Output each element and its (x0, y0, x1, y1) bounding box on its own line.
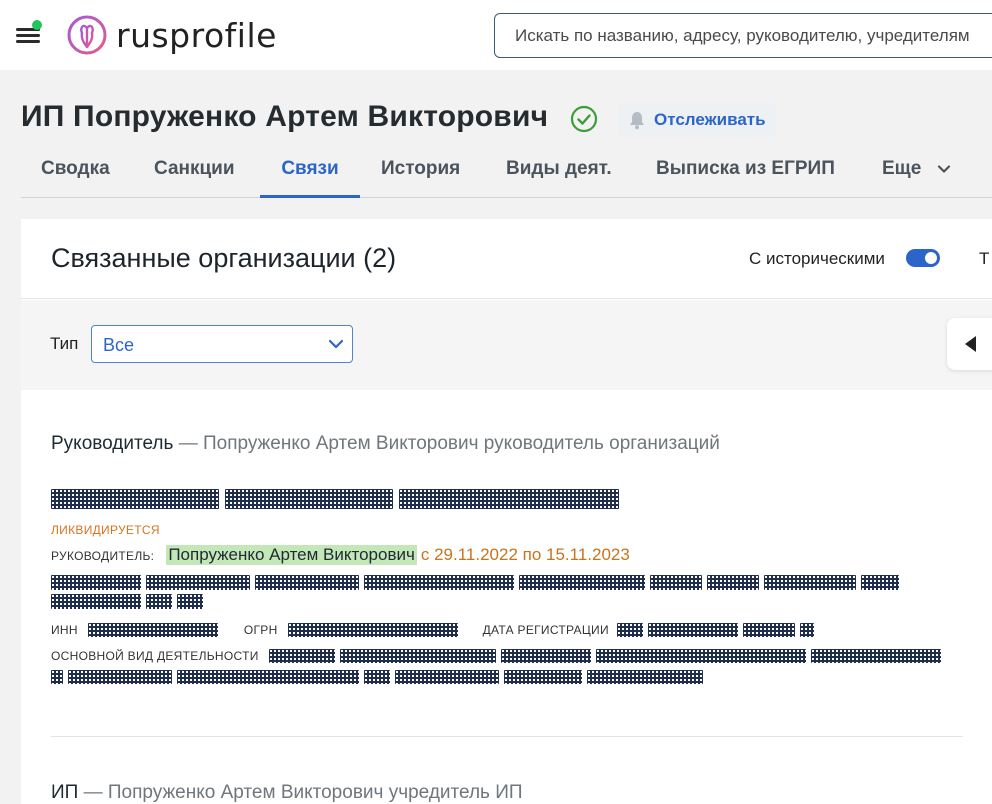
tab-activities[interactable]: Виды деят. (506, 158, 612, 198)
redacted-text (647, 623, 738, 637)
redacted-text (87, 623, 218, 637)
logo-icon (67, 15, 107, 55)
reg-date-label: ДАТА РЕГИСТРАЦИИ (482, 623, 609, 637)
redacted-text (146, 594, 172, 609)
divider (51, 736, 963, 737)
section-dash: — (178, 433, 198, 454)
historic-toggle-label: С историческими (749, 249, 885, 268)
card-title: Связанные организации (2) (51, 243, 397, 273)
chevron-down-icon (937, 165, 950, 173)
org-address (51, 575, 899, 590)
redacted-text (810, 649, 941, 663)
arrow-left-icon (965, 336, 976, 352)
tab-connections[interactable]: Связи (260, 158, 360, 198)
bell-icon (630, 112, 644, 130)
redacted-text (616, 623, 643, 637)
follow-label: Отслеживать (654, 110, 766, 129)
page-title: ИП Попруженко Артем Викторович (21, 100, 549, 133)
tab-bar: Сводка Санкции Связи История Виды деят. … (21, 148, 992, 198)
type-filter-select[interactable]: Все (91, 325, 353, 363)
truncated-label: Т (979, 249, 990, 268)
redacted-text (595, 649, 806, 663)
card-header: Связанные организации (2) С историческим… (21, 219, 992, 299)
manager-name-link[interactable]: Попруженко Артем Викторович (166, 545, 417, 565)
redacted-text (861, 575, 899, 590)
redacted-text (587, 670, 703, 684)
status-badge: ЛИКВИДИРУЕТСЯ (51, 523, 160, 537)
redacted-text (799, 623, 814, 637)
redacted-text (399, 489, 619, 509)
type-filter-value: Все (103, 335, 135, 355)
redacted-text (268, 649, 335, 663)
redacted-text (51, 670, 63, 684)
connections-card: Связанные организации (2) С историческим… (21, 219, 992, 804)
redacted-text (177, 670, 359, 684)
follow-button[interactable]: Отслеживать (618, 103, 776, 137)
redacted-text (742, 623, 795, 637)
redacted-text (287, 623, 458, 637)
verified-check-icon (570, 105, 598, 133)
filter-bar: Тип Все (21, 300, 992, 390)
section-role: ИП (51, 782, 79, 803)
redacted-text (51, 575, 141, 590)
section-role: Руководитель (51, 433, 174, 454)
historic-toggle[interactable] (906, 249, 940, 267)
redacted-text (364, 670, 390, 684)
redacted-text (500, 649, 591, 663)
org-requisites: ИНН ОГРН ДАТА РЕГИСТРАЦИИ (51, 623, 814, 637)
manager-period: с 29.11.2022 по 15.11.2023 (420, 545, 630, 564)
activity-label: ОСНОВНОЙ ВИД ДЕЯТЕЛЬНОСТИ (51, 649, 259, 663)
logo[interactable]: rusprofile (66, 14, 277, 56)
tab-history[interactable]: История (381, 158, 460, 198)
org-activity: ОСНОВНОЙ ВИД ДЕЯТЕЛЬНОСТИ (51, 649, 941, 663)
redacted-text (364, 575, 514, 590)
logo-text: rusprofile (116, 15, 277, 55)
ogrn-label: ОГРН (243, 623, 278, 637)
redacted-text (764, 575, 856, 590)
redacted-text (51, 489, 219, 509)
org-activity-cont (51, 670, 703, 684)
redacted-text (504, 670, 582, 684)
manager-row: РУКОВОДИТЕЛЬ: Попруженко Артем Викторови… (51, 545, 630, 565)
tab-sanctions[interactable]: Санкции (154, 158, 235, 198)
redacted-text (339, 649, 496, 663)
top-bar: rusprofile (0, 0, 992, 70)
section-heading-ip: ИП — Попруженко Артем Викторович учредит… (51, 782, 523, 804)
notification-dot (32, 20, 42, 30)
redacted-text (519, 575, 645, 590)
section-desc: Попруженко Артем Викторович руководитель… (202, 433, 720, 454)
redacted-text (51, 594, 141, 609)
section-desc: Попруженко Артем Викторович учредитель И… (107, 782, 523, 803)
inn-label: ИНН (51, 623, 78, 637)
section-dash: — (83, 782, 103, 803)
redacted-text (395, 670, 499, 684)
redacted-text (650, 575, 702, 590)
search-input[interactable] (494, 13, 992, 58)
redacted-text (68, 670, 172, 684)
type-filter-label: Тип (50, 334, 79, 353)
chevron-down-icon (328, 339, 344, 349)
org-address-cont (51, 594, 203, 609)
tab-more[interactable]: Еще (882, 158, 951, 198)
manager-label: РУКОВОДИТЕЛЬ: (51, 549, 155, 563)
redacted-text (225, 489, 393, 509)
redacted-text (707, 575, 759, 590)
redacted-text (255, 575, 359, 590)
tab-more-label: Еще (882, 158, 922, 179)
scroll-left-button[interactable] (947, 318, 992, 370)
redacted-text (177, 594, 203, 609)
tab-egrip-extract[interactable]: Выписка из ЕГРИП (656, 158, 835, 198)
section-heading-manager: Руководитель — Попруженко Артем Викторов… (51, 433, 720, 455)
redacted-text (146, 575, 250, 590)
org-name-link[interactable] (51, 489, 619, 511)
tab-summary[interactable]: Сводка (41, 158, 110, 198)
